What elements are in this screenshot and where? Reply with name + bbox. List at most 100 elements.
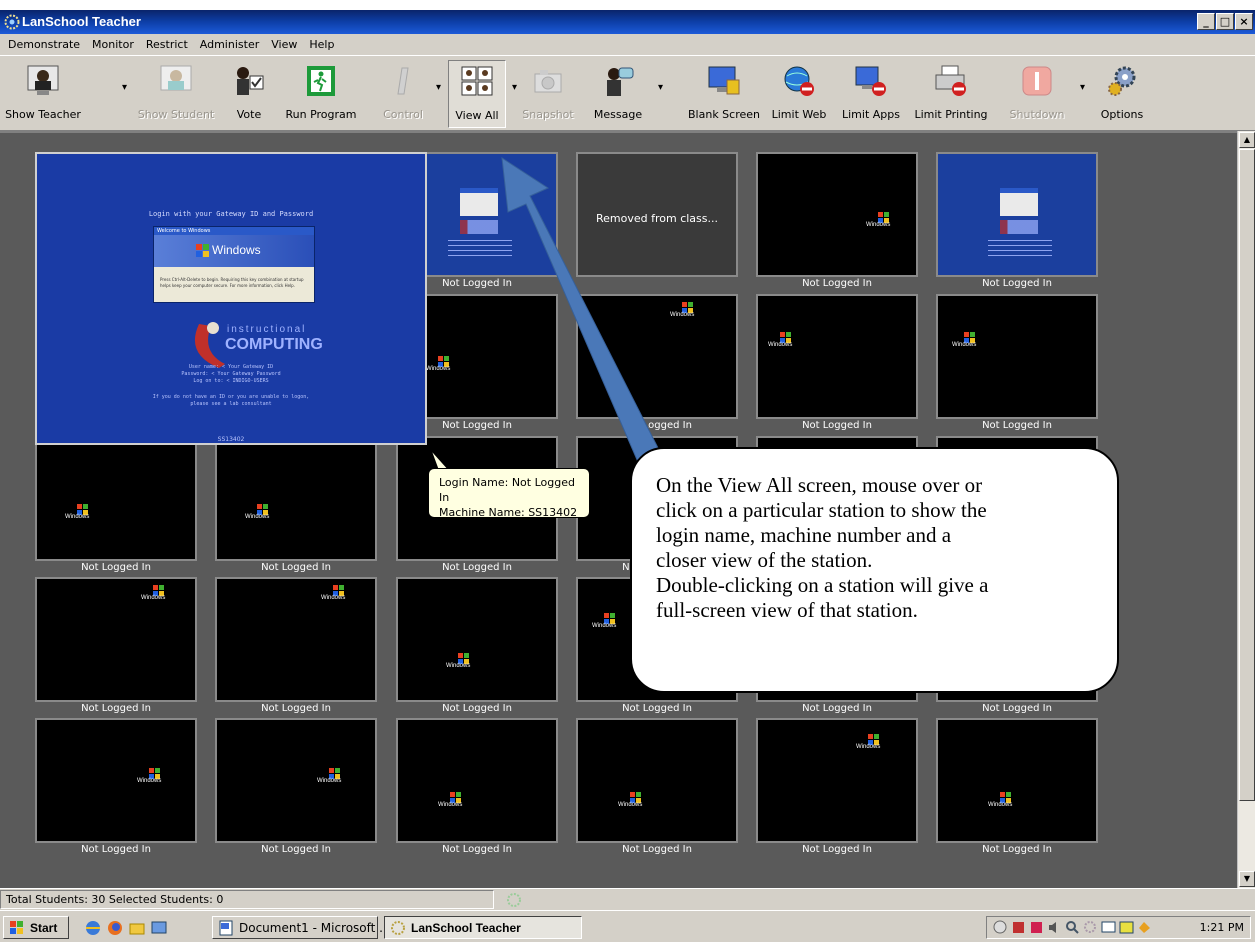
station-caption: Not Logged In (802, 703, 872, 714)
station-tile[interactable]: Windows (35, 436, 197, 561)
scroll-thumb[interactable] (1239, 149, 1255, 801)
menu-bar: Demonstrate Monitor Restrict Administer … (0, 34, 1255, 55)
menu-administer[interactable]: Administer (194, 38, 265, 51)
show-desktop-icon[interactable] (150, 919, 168, 937)
control-button[interactable]: Control (378, 60, 428, 128)
station-tile[interactable]: Windows (756, 152, 918, 277)
mini-login-dialog (1000, 188, 1038, 216)
maximize-button[interactable]: □ (1216, 13, 1234, 30)
preview-org-line1: instructional (227, 324, 307, 335)
windows-flag-icon (196, 244, 209, 257)
station-tile[interactable]: Windows (35, 718, 197, 843)
shutdown-button[interactable]: Shutdown (1004, 60, 1070, 128)
control-dropdown-icon[interactable]: ▾ (436, 82, 441, 93)
tray-lanschool-icon[interactable] (1083, 920, 1098, 935)
tray-antivirus-icon[interactable] (1029, 920, 1044, 935)
folder-icon[interactable] (128, 919, 146, 937)
student-count-status: Total Students: 30 Selected Students: 0 (6, 893, 224, 906)
task-lanschool-label: LanSchool Teacher (411, 921, 521, 935)
tray-network-icon[interactable] (993, 920, 1008, 935)
mini-org-logo (1000, 220, 1038, 234)
windows-xp-logo-icon: Windows (866, 212, 900, 234)
station-tile[interactable]: Windows (576, 718, 738, 843)
windows-xp-logo-icon: Windows (438, 792, 472, 814)
station-tile[interactable]: Windows (215, 577, 377, 702)
station-caption: Not Logged In (982, 278, 1052, 289)
vote-button[interactable]: Vote (226, 60, 272, 128)
show-teacher-dropdown-icon[interactable]: ▾ (122, 82, 127, 93)
limit-apps-button[interactable]: Limit Apps (836, 60, 906, 128)
station-tile[interactable]: Windows (576, 294, 738, 419)
windows-xp-logo-text: Windows (592, 623, 617, 629)
window-controls: _ □ × (1197, 13, 1253, 30)
internet-explorer-icon[interactable] (84, 919, 102, 937)
run-program-button[interactable]: Run Program (278, 60, 364, 128)
station-tile[interactable]: Windows (936, 294, 1098, 419)
station-caption: Not Logged In (81, 703, 151, 714)
station-tile[interactable]: Windows (396, 577, 558, 702)
limit-web-label: Limit Web (771, 108, 827, 121)
windows-xp-logo-icon: Windows (317, 768, 351, 790)
limit-apps-label: Limit Apps (842, 108, 900, 121)
menu-view[interactable]: View (265, 38, 303, 51)
preview-dialog-title: Welcome to Windows (154, 227, 314, 235)
station-caption: Not Logged In (982, 703, 1052, 714)
minimize-button[interactable]: _ (1197, 13, 1215, 30)
windows-xp-logo-icon: Windows (321, 585, 355, 607)
tray-display-icon[interactable] (1101, 920, 1116, 935)
task-lanschool-teacher[interactable]: LanSchool Teacher (384, 916, 582, 939)
view-all-button[interactable]: View All (448, 60, 506, 128)
scroll-down-arrow-icon[interactable]: ▼ (1239, 871, 1255, 887)
lanschool-icon (4, 14, 20, 30)
windows-xp-logo-icon: Windows (141, 585, 175, 607)
station-tile[interactable]: Windows (936, 718, 1098, 843)
station-tile[interactable]: Windows (215, 718, 377, 843)
tray-search-icon[interactable] (1065, 920, 1080, 935)
windows-xp-logo-text: Windows (446, 663, 471, 669)
station-caption: Not Logged In (982, 420, 1052, 431)
station-tile[interactable]: Windows (396, 718, 558, 843)
tray-messenger-icon[interactable] (1137, 920, 1152, 935)
show-student-button[interactable]: Show Student (134, 60, 218, 128)
close-button[interactable]: × (1235, 13, 1253, 30)
station-tile[interactable]: Windows (35, 577, 197, 702)
tray-vm-icon[interactable] (1119, 920, 1134, 935)
station-tile[interactable]: Windows (756, 718, 918, 843)
menu-help[interactable]: Help (303, 38, 340, 51)
tray-volume-icon[interactable] (1047, 920, 1062, 935)
limit-printing-button[interactable]: Limit Printing (910, 60, 992, 128)
status-bar: Total Students: 30 Selected Students: 0 (0, 888, 1255, 910)
station-tile[interactable]: Removed from class... (576, 152, 738, 277)
menu-monitor[interactable]: Monitor (86, 38, 140, 51)
station-preview[interactable]: Login with your Gateway ID and Password … (35, 152, 427, 445)
start-button[interactable]: Start (3, 916, 69, 939)
options-label: Options (1100, 108, 1144, 121)
options-button[interactable]: Options (1092, 60, 1152, 128)
view-all-dropdown-icon[interactable]: ▾ (512, 82, 517, 93)
blank-screen-button[interactable]: Blank Screen (682, 60, 766, 128)
station-tile[interactable]: Windows (215, 436, 377, 561)
message-dropdown-icon[interactable]: ▾ (658, 82, 663, 93)
task-document1[interactable]: Document1 - Microsoft ... (212, 916, 391, 939)
scroll-up-arrow-icon[interactable]: ▲ (1239, 132, 1255, 148)
vertical-scrollbar[interactable]: ▲ ▼ (1237, 131, 1255, 888)
mini-org-logo (460, 220, 498, 234)
preview-org-line2: COMPUTING (225, 336, 323, 353)
station-tile[interactable] (936, 152, 1098, 277)
menu-demonstrate[interactable]: Demonstrate (2, 38, 86, 51)
show-teacher-button[interactable]: Show Teacher (2, 60, 84, 128)
tray-security-icon[interactable] (1011, 920, 1026, 935)
shutdown-dropdown-icon[interactable]: ▾ (1080, 82, 1085, 93)
menu-restrict[interactable]: Restrict (140, 38, 194, 51)
removed-from-class-text: Removed from class... (595, 212, 718, 225)
message-button[interactable]: Message (584, 60, 652, 128)
mini-login-dialog (460, 188, 498, 216)
snapshot-button[interactable]: Snapshot (522, 60, 574, 128)
station-caption: Not Logged In (261, 562, 331, 573)
windows-xp-logo-icon: Windows (618, 792, 652, 814)
firefox-icon[interactable] (106, 919, 124, 937)
windows-xp-logo-icon: Windows (592, 613, 626, 635)
station-tile[interactable]: Windows (756, 294, 918, 419)
limit-web-button[interactable]: Limit Web (770, 60, 828, 128)
windows-xp-logo-text: Windows (141, 595, 166, 601)
